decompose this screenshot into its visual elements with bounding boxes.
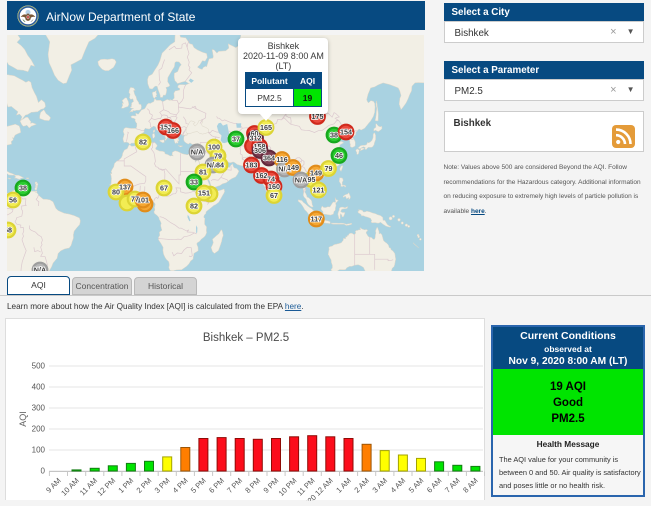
svg-text:1 PM: 1 PM xyxy=(116,476,135,495)
svg-text:4 PM: 4 PM xyxy=(171,476,190,495)
svg-text:5 AM: 5 AM xyxy=(407,476,426,495)
svg-text:364: 364 xyxy=(263,154,275,163)
svg-text:154: 154 xyxy=(340,128,352,137)
svg-text:2 PM: 2 PM xyxy=(135,476,154,495)
svg-text:151: 151 xyxy=(198,189,210,198)
svg-text:82: 82 xyxy=(139,138,147,147)
svg-text:N/A: N/A xyxy=(295,176,307,185)
svg-text:67: 67 xyxy=(270,191,278,200)
svg-text:67: 67 xyxy=(160,184,168,193)
svg-text:10 PM: 10 PM xyxy=(277,476,299,498)
svg-text:12 PM: 12 PM xyxy=(95,476,117,498)
svg-text:100: 100 xyxy=(32,446,46,455)
svg-text:160: 160 xyxy=(268,182,280,191)
svg-text:84: 84 xyxy=(216,161,224,170)
svg-text:6 PM: 6 PM xyxy=(207,476,226,495)
svg-text:149: 149 xyxy=(310,169,322,178)
svg-text:79: 79 xyxy=(325,164,333,173)
svg-text:N/A: N/A xyxy=(34,266,46,271)
svg-text:0: 0 xyxy=(41,467,46,476)
svg-text:200: 200 xyxy=(32,425,46,434)
svg-text:58: 58 xyxy=(7,226,12,235)
svg-text:149: 149 xyxy=(287,163,299,172)
svg-text:AQI: AQI xyxy=(18,411,28,427)
svg-text:79: 79 xyxy=(214,152,222,161)
svg-text:6 AM: 6 AM xyxy=(425,476,444,495)
svg-text:121: 121 xyxy=(313,186,325,195)
svg-text:2 AM: 2 AM xyxy=(352,476,371,495)
svg-text:33: 33 xyxy=(190,178,198,187)
svg-text:80: 80 xyxy=(112,188,120,197)
svg-text:3 AM: 3 AM xyxy=(371,476,390,495)
svg-text:10 AM: 10 AM xyxy=(59,476,81,498)
svg-text:162: 162 xyxy=(256,171,268,180)
svg-text:77: 77 xyxy=(131,195,139,204)
svg-text:82: 82 xyxy=(190,202,198,211)
svg-text:166: 166 xyxy=(167,126,179,135)
svg-text:N/A: N/A xyxy=(191,148,203,157)
svg-text:300: 300 xyxy=(32,404,46,413)
svg-text:11 AM: 11 AM xyxy=(78,476,99,497)
svg-text:81: 81 xyxy=(199,168,207,177)
svg-text:8 PM: 8 PM xyxy=(243,476,262,495)
svg-text:117: 117 xyxy=(310,215,322,224)
svg-text:4 AM: 4 AM xyxy=(389,476,408,495)
svg-text:400: 400 xyxy=(32,383,46,392)
svg-text:7 PM: 7 PM xyxy=(225,476,244,495)
svg-text:38: 38 xyxy=(330,131,338,140)
svg-text:56: 56 xyxy=(9,196,17,205)
svg-text:Bishkek – PM2.5: Bishkek – PM2.5 xyxy=(203,332,289,344)
svg-text:183: 183 xyxy=(246,161,258,170)
svg-text:38: 38 xyxy=(19,184,27,193)
svg-text:100: 100 xyxy=(208,143,220,152)
svg-text:46: 46 xyxy=(335,151,343,160)
svg-text:8 AM: 8 AM xyxy=(461,476,480,495)
svg-text:500: 500 xyxy=(32,362,46,371)
svg-text:137: 137 xyxy=(119,183,131,192)
svg-text:37: 37 xyxy=(232,135,240,144)
svg-text:165: 165 xyxy=(260,123,272,132)
svg-text:1 AM: 1 AM xyxy=(334,476,353,495)
svg-text:7 AM: 7 AM xyxy=(443,476,462,495)
svg-text:5 PM: 5 PM xyxy=(189,476,208,495)
svg-text:3 PM: 3 PM xyxy=(153,476,172,495)
